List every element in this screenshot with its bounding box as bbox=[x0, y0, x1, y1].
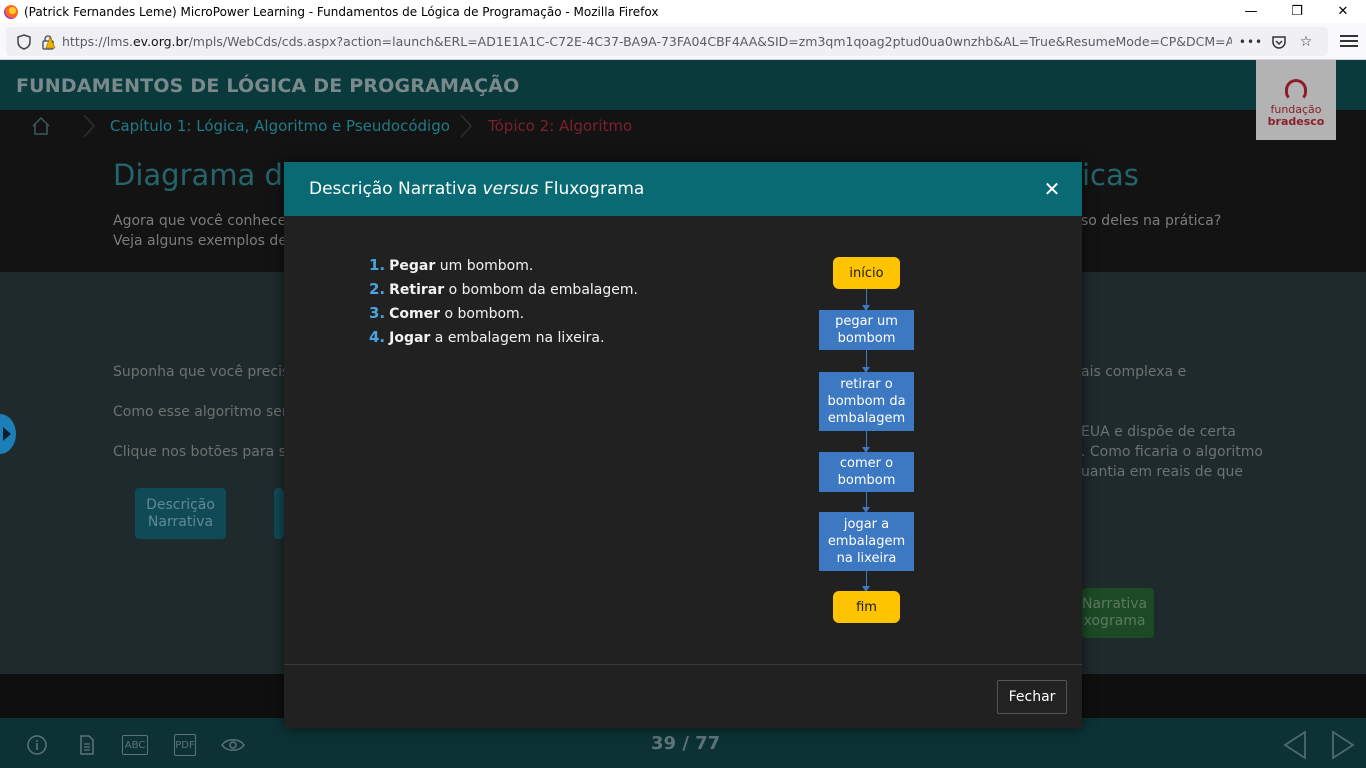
bookmark-star-icon[interactable]: ☆ bbox=[1295, 31, 1317, 53]
page-heading-tail: icas bbox=[1082, 158, 1139, 192]
breadcrumb-topic[interactable]: Tópico 2: Algoritmo bbox=[488, 117, 632, 135]
page-counter: 39 / 77 bbox=[651, 733, 721, 754]
window-title: (Patrick Fernandes Leme) MicroPower Lear… bbox=[24, 4, 659, 19]
course-header: FUNDAMENTOS DE LÓGICA DE PROGRAMAÇÃO bbox=[0, 60, 1366, 110]
narrative-steps-list: 1. Pegar um bombom. 2. Retirar o bombom da… bbox=[369, 254, 638, 350]
intro-text-line: Agora que você conhece o bbox=[113, 213, 300, 229]
pocket-icon[interactable] bbox=[1268, 31, 1290, 53]
breadcrumb-chapter[interactable]: Capítulo 1: Lógica, Algoritmo e Pseudocó… bbox=[110, 117, 450, 135]
course-title: FUNDAMENTOS DE LÓGICA DE PROGRAMAÇÃO bbox=[16, 75, 520, 97]
body-text-line: uantia em reais de que bbox=[1081, 464, 1244, 480]
flowchart-process-node: comer o bombom bbox=[819, 452, 914, 492]
url-text[interactable]: https://lms.ev.org.br/mpls/WebCds/cds.as… bbox=[62, 34, 1232, 49]
flowchart-arrow bbox=[862, 350, 870, 373]
flowchart-process-node: jogar a embalagem na lixeira bbox=[819, 512, 914, 571]
next-page-icon[interactable] bbox=[1330, 730, 1356, 760]
fundacao-bradesco-logo: fundação bradesco bbox=[1256, 60, 1336, 140]
window-titlebar: (Patrick Fernandes Leme) MicroPower Lear… bbox=[0, 0, 1366, 23]
minimize-button[interactable]: — bbox=[1228, 0, 1274, 23]
pdf-icon[interactable]: PDF bbox=[174, 734, 196, 756]
list-item: 1. Pegar um bombom. bbox=[369, 256, 534, 274]
body-text-line: ais complexa e bbox=[1081, 364, 1187, 380]
home-icon[interactable] bbox=[30, 115, 52, 137]
page-heading: Diagrama de bbox=[113, 158, 301, 192]
shield-icon[interactable] bbox=[14, 32, 34, 52]
flowchart-process-node: pegar um bombom bbox=[819, 310, 914, 350]
body-text-line: Clique nos botões para sal bbox=[113, 444, 299, 460]
modal-divider bbox=[284, 664, 1082, 665]
modal-dialog: Descrição Narrativa versus Fluxograma ✕ … bbox=[284, 162, 1082, 728]
body-text-line: . Como ficaria o algoritmo bbox=[1081, 444, 1263, 460]
info-icon[interactable] bbox=[26, 734, 48, 756]
glossary-icon[interactable]: ABC bbox=[122, 735, 148, 755]
flowchart-arrow bbox=[862, 289, 870, 311]
flowchart-process-node: retirar o bombom da embalagem bbox=[819, 372, 914, 431]
close-window-button[interactable]: ✕ bbox=[1320, 0, 1366, 23]
flowchart-end-node: fim bbox=[833, 591, 900, 623]
flowchart-arrow bbox=[862, 431, 870, 453]
modal-title: Descrição Narrativa versus Fluxograma bbox=[309, 179, 645, 199]
list-item: 2. Retirar o bombom da embalagem. bbox=[369, 280, 638, 298]
insecure-lock-icon[interactable] bbox=[38, 32, 58, 52]
page-actions-button[interactable]: ••• bbox=[1239, 31, 1262, 53]
list-item: 4. Jogar a embalagem na lixeira. bbox=[369, 328, 605, 346]
bradesco-tree-icon bbox=[1285, 79, 1307, 101]
chevron-right-icon bbox=[83, 114, 96, 138]
intro-text-line: Veja alguns exemplos de o bbox=[113, 233, 300, 249]
fluxograma-button[interactable] bbox=[274, 488, 284, 539]
browser-navbar: https://lms.ev.org.br/mpls/WebCds/cds.as… bbox=[0, 23, 1366, 60]
document-icon[interactable] bbox=[76, 734, 98, 756]
flowchart-arrow bbox=[862, 492, 870, 513]
restore-button[interactable]: ❐ bbox=[1274, 0, 1320, 23]
body-text-line: Como esse algoritmo seria bbox=[113, 404, 301, 420]
breadcrumb: Capítulo 1: Lógica, Algoritmo e Pseudocó… bbox=[0, 110, 1366, 142]
modal-header: Descrição Narrativa versus Fluxograma ✕ bbox=[284, 162, 1082, 216]
eye-icon[interactable] bbox=[220, 734, 246, 756]
firefox-icon bbox=[4, 4, 18, 19]
fechar-button[interactable]: Fechar bbox=[997, 680, 1067, 714]
body-text-line: EUA e dispõe de certa bbox=[1081, 424, 1236, 440]
hamburger-menu-icon[interactable] bbox=[1340, 31, 1358, 51]
body-text-line: Suponha que você precise bbox=[113, 364, 298, 380]
intro-text-line: so deles na prática? bbox=[1081, 213, 1222, 229]
narrativa-fluxograma-button[interactable]: Narrativa xograma bbox=[1082, 588, 1154, 638]
previous-page-icon[interactable] bbox=[1282, 730, 1308, 760]
url-bar[interactable]: https://lms.ev.org.br/mpls/WebCds/cds.as… bbox=[6, 27, 1328, 56]
descricao-narrativa-button[interactable]: Descrição Narrativa bbox=[135, 488, 226, 539]
flowchart-arrow bbox=[862, 571, 870, 592]
flowchart-start-node: início bbox=[833, 257, 900, 289]
modal-close-icon[interactable]: ✕ bbox=[1041, 177, 1063, 201]
list-item: 3. Comer o bombom. bbox=[369, 304, 525, 322]
chevron-right-icon bbox=[460, 114, 473, 138]
